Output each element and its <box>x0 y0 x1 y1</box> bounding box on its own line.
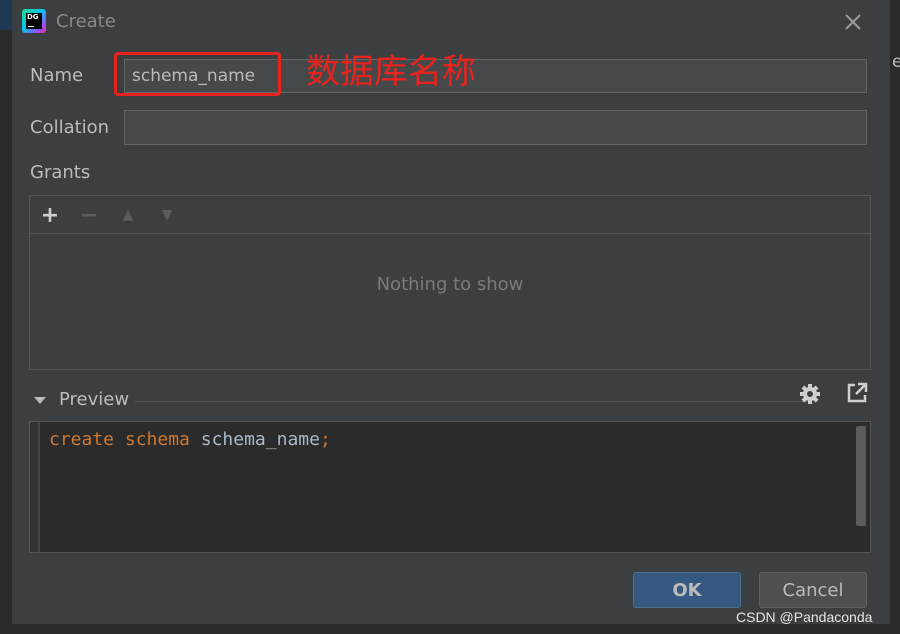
grants-table: Nothing to show <box>30 234 870 369</box>
triangle-down-icon <box>34 397 46 404</box>
arrow-up-icon: ▲ <box>122 207 134 223</box>
annotation-highlight-box <box>114 52 281 96</box>
grants-label: Grants <box>30 162 91 183</box>
preview-label: Preview <box>59 389 130 410</box>
close-icon <box>845 14 861 30</box>
background-partial-text: e <box>892 52 900 72</box>
sql-terminator: ; <box>319 429 331 450</box>
annotation-text: 数据库名称 <box>306 52 476 92</box>
arrow-down-icon: ▼ <box>161 207 173 223</box>
editor-gutter-border <box>38 422 40 552</box>
sql-preview-editor[interactable]: create schema schema_name; <box>29 421 871 553</box>
grants-panel: + − ▲ ▼ Nothing to show <box>29 195 871 370</box>
background-window-edge <box>0 0 12 30</box>
app-icon-text: DG <box>27 13 39 21</box>
sql-identifier: schema_name <box>200 429 320 450</box>
preview-collapse-toggle[interactable] <box>33 392 47 406</box>
background-left-edge <box>0 0 12 634</box>
add-grant-button[interactable]: + <box>38 202 62 228</box>
editor-scrollbar[interactable] <box>856 426 866 526</box>
gear-icon <box>800 384 820 404</box>
empty-state-text: Nothing to show <box>376 274 524 295</box>
external-link-icon <box>847 382 868 403</box>
preview-separator <box>135 401 811 402</box>
collation-label: Collation <box>30 117 110 138</box>
sql-code-line: create schema schema_name; <box>49 429 331 450</box>
background-right-edge <box>890 0 900 634</box>
ok-button[interactable]: OK <box>633 572 741 608</box>
grants-toolbar: + − ▲ ▼ <box>30 196 870 234</box>
create-schema-dialog: DG Create Name schema_name 数据库名称 Collati… <box>12 0 890 624</box>
collation-input[interactable] <box>124 110 867 145</box>
open-in-editor-button[interactable] <box>846 382 868 404</box>
title-bar: DG Create <box>12 0 890 44</box>
minus-icon: − <box>79 202 99 228</box>
name-label: Name <box>30 65 84 86</box>
move-down-button[interactable]: ▼ <box>155 204 179 226</box>
preview-settings-button[interactable] <box>798 382 822 406</box>
datagrip-app-icon: DG <box>22 9 46 33</box>
watermark-text: CSDN @Pandaconda <box>736 609 873 625</box>
dialog-title: Create <box>56 11 116 32</box>
move-up-button[interactable]: ▲ <box>116 204 140 226</box>
cancel-button[interactable]: Cancel <box>759 572 867 608</box>
sql-keyword-schema: schema <box>124 429 190 450</box>
plus-icon: + <box>40 202 60 228</box>
close-button[interactable] <box>841 10 865 34</box>
sql-keyword-create: create <box>49 429 115 450</box>
preview-header: Preview <box>29 386 871 416</box>
remove-grant-button[interactable]: − <box>77 202 101 228</box>
